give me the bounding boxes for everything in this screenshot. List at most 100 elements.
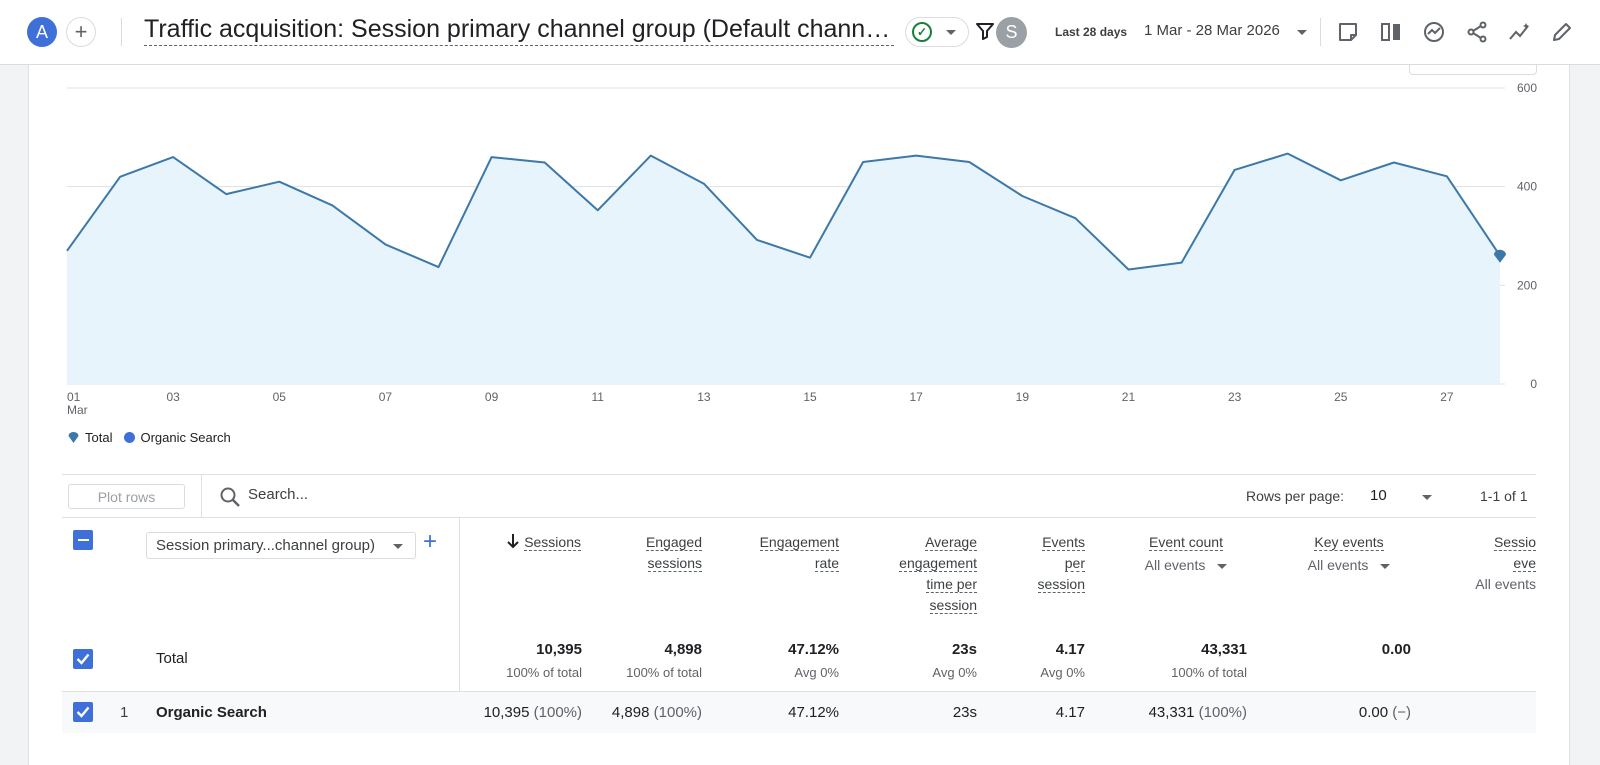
chevron-down-icon[interactable] [1422, 495, 1432, 500]
chevron-down-icon [1217, 563, 1228, 569]
column-label: session [929, 597, 977, 614]
toolbar-divider [201, 475, 202, 518]
row-key-events-pct: (−) [1392, 704, 1411, 721]
x-tick-label: 05 [273, 390, 287, 404]
row-checkbox[interactable] [73, 702, 93, 722]
row-events-per-session: 4.17 [1055, 704, 1085, 721]
check-circle-icon: ✓ [912, 22, 932, 42]
x-tick-label: 17 [910, 390, 924, 404]
checkmark-icon [76, 653, 90, 665]
column-label: Engagement [759, 534, 839, 551]
total-key-events: 0.00 [1381, 641, 1411, 658]
filter-icon[interactable] [975, 21, 995, 41]
chevron-down-icon [946, 29, 956, 35]
table-search-input[interactable] [248, 486, 648, 503]
column-label: eve [1513, 555, 1536, 572]
sessions-line-chart: 0 200 400 600 01 Mar 03 05 07 09 11 13 15 17 19 21 23 25… [66, 81, 1537, 417]
rows-per-page-label: Rows per page: [1246, 488, 1345, 504]
y-tick-label: 400 [1517, 180, 1537, 194]
column-label: Average [925, 534, 977, 551]
total-event-count: 43,331 [1201, 641, 1247, 658]
row-event-count: 43,331 (100%) [1107, 704, 1247, 721]
header-divider [1320, 18, 1321, 46]
column-header-event-count[interactable]: Event count All events [1122, 532, 1250, 576]
report-header: A + Traffic acquisition: Session primary… [0, 0, 1600, 65]
report-status-dropdown[interactable]: ✓ [905, 17, 969, 47]
rows-per-page-select[interactable]: 10 [1370, 487, 1387, 504]
search-icon [220, 487, 240, 507]
user-avatar[interactable]: S [996, 17, 1027, 48]
header-divider [121, 18, 122, 46]
legend-item-total[interactable]: Total [67, 430, 112, 445]
column-label: time per [926, 576, 977, 593]
legend-dot [124, 432, 136, 443]
share-icon[interactable] [1464, 19, 1490, 45]
add-comparison-button[interactable]: + [66, 17, 96, 47]
report-title[interactable]: Traffic acquisition: Session primary cha… [144, 15, 894, 46]
row-sessions: 10,395 (100%) [442, 704, 582, 721]
legend-label: Total [85, 430, 113, 445]
row-event-count-pct: (100%) [1198, 704, 1247, 721]
column-label: rate [814, 555, 839, 572]
total-events-per-avg: Avg 0% [1040, 665, 1085, 680]
y-tick-label: 0 [1530, 377, 1537, 391]
column-header-avg-engagement-time[interactable]: Average engagement time per session [862, 532, 977, 616]
select-all-checkbox[interactable] [73, 530, 93, 550]
column-header-events-per-session[interactable]: Events per session [1002, 532, 1085, 595]
pin-icon [68, 432, 79, 443]
add-icon: + [74, 19, 88, 44]
x-tick-label: 11 [592, 390, 605, 404]
event-filter-select[interactable]: All events [1122, 555, 1250, 576]
chevron-down-icon[interactable] [1297, 30, 1307, 35]
column-label: Sessio [1493, 534, 1536, 551]
row-engaged-pct: (100%) [653, 704, 702, 721]
column-label: engagement [899, 555, 977, 572]
row-dimension-value[interactable]: Organic Search [156, 704, 267, 721]
date-range-picker[interactable]: 1 Mar - 28 Mar 2026 [1144, 22, 1280, 39]
column-header-key-events[interactable]: Key events All events [1285, 532, 1413, 576]
user-avatar-initial: S [1005, 22, 1018, 42]
x-tick-label: 15 [803, 390, 817, 404]
column-label: Sessions [524, 534, 581, 551]
event-filter-label[interactable]: All events [1442, 574, 1536, 595]
total-engaged-sessions: 4,898 [664, 641, 702, 658]
column-label: Events [1042, 534, 1085, 551]
dimension-select[interactable]: Session primary...channel group) [146, 532, 416, 559]
row-index: 1 [120, 704, 129, 721]
legend-item-organic-search[interactable]: Organic Search [124, 430, 231, 445]
note-icon[interactable] [1335, 19, 1361, 45]
x-tick-label: 09 [485, 390, 499, 404]
column-label: Event count [1149, 534, 1223, 551]
row-event-count-value: 43,331 [1148, 704, 1195, 721]
x-tick-label: 27 [1440, 390, 1454, 404]
event-filter-label: All events [1144, 557, 1206, 573]
row-sessions-value: 10,395 [483, 704, 530, 721]
dimension-label: Session primary...channel group) [156, 537, 375, 554]
arrow-down-icon [507, 534, 519, 549]
row-engaged-value: 4,898 [611, 704, 650, 721]
chevron-down-icon [393, 544, 403, 549]
column-header-session-key-event-rate[interactable]: Sessio eve All events [1442, 532, 1536, 595]
total-row-checkbox[interactable] [73, 649, 93, 669]
column-label: Engaged [645, 534, 702, 551]
column-header-engagement-rate[interactable]: Engagement rate [722, 532, 839, 574]
checkmark-icon [76, 706, 90, 718]
plot-rows-button[interactable]: Plot rows [68, 484, 185, 509]
x-tick-label: 13 [697, 390, 711, 404]
edit-icon[interactable] [1549, 19, 1575, 45]
total-engagement-rate: 47.12% [788, 641, 839, 658]
row-avg-engagement-time: 23s [952, 704, 977, 721]
account-avatar[interactable]: A [27, 17, 57, 47]
trend-icon[interactable] [1507, 19, 1533, 45]
column-header-sessions[interactable]: Sessions [485, 532, 581, 553]
add-dimension-button[interactable]: + [423, 529, 437, 555]
insights-icon[interactable] [1421, 19, 1447, 45]
total-series-area [67, 153, 1500, 384]
compare-icon[interactable] [1378, 19, 1404, 45]
account-initial: A [35, 21, 48, 42]
y-tick-label: 200 [1517, 278, 1537, 292]
pagination-text: 1-1 of 1 [1480, 488, 1528, 504]
event-filter-select[interactable]: All events [1285, 555, 1413, 576]
total-engaged-share: 100% of total [626, 665, 702, 680]
column-header-engaged-sessions[interactable]: Engaged sessions [602, 532, 702, 574]
